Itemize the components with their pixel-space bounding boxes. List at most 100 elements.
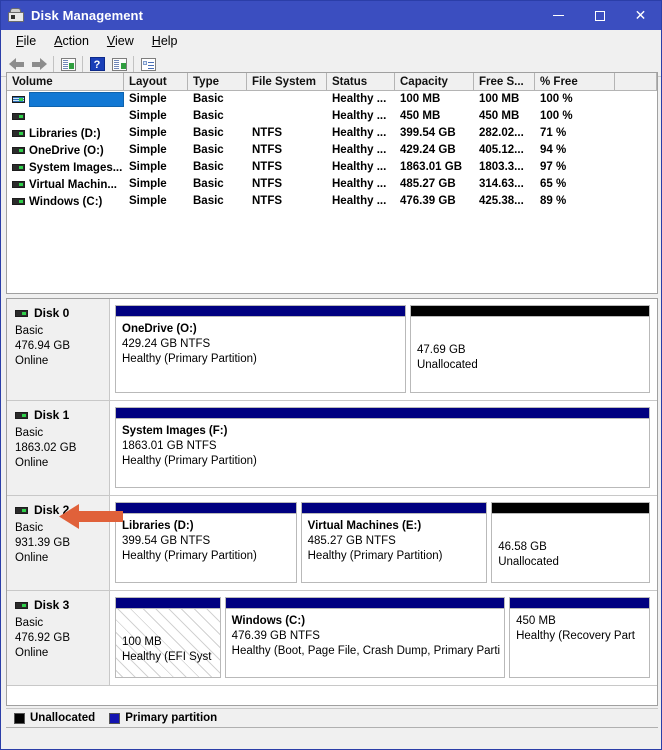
disk-row-disk-1[interactable]: Disk 1 Basic 1863.02 GB Online System Images… bbox=[7, 401, 657, 496]
partition-size: 429.24 GB NTFS bbox=[122, 338, 211, 350]
volume-name-cell: Libraries (D:) bbox=[7, 128, 124, 140]
cell-status: Healthy ... bbox=[332, 161, 387, 173]
column-header-layout[interactable]: Layout bbox=[124, 73, 188, 90]
partition-details: 47.69 GB Unallocated bbox=[409, 316, 650, 393]
disk-info-panel[interactable]: Disk 2 Basic 931.39 GB Online bbox=[7, 496, 110, 590]
disk-info-panel[interactable]: Disk 3 Basic 476.92 GB Online bbox=[7, 591, 110, 685]
disk-title: Disk 2 bbox=[15, 503, 109, 518]
column-header-volume[interactable]: Volume bbox=[7, 73, 124, 90]
partition-title: System Images (F:) bbox=[122, 425, 228, 437]
partition-status: Healthy (Recovery Part bbox=[516, 630, 635, 642]
cell-status: Healthy ... bbox=[332, 178, 387, 190]
partition-size: 399.54 GB NTFS bbox=[122, 535, 211, 547]
partition[interactable]: System Images (F:) 1863.01 GB NTFS Healthy… bbox=[115, 407, 650, 488]
disk-name: Disk 1 bbox=[34, 408, 70, 422]
table-row[interactable]: Simple Basic Healthy ... 450 MB 450 MB 100 % bbox=[7, 108, 657, 125]
menu-item-action[interactable]: Action bbox=[45, 32, 98, 50]
column-header-capacity[interactable]: Capacity bbox=[395, 73, 474, 90]
partition-size: 1863.01 GB NTFS bbox=[122, 440, 217, 452]
cell-layout: Simple bbox=[129, 127, 167, 139]
cell-percent-free: 65 % bbox=[540, 178, 567, 190]
menu-label-help-rest: elp bbox=[160, 34, 178, 48]
disk-icon bbox=[15, 602, 28, 609]
disk-row-disk-2[interactable]: Disk 2 Basic 931.39 GB Online Libraries (D:)… bbox=[7, 496, 657, 591]
cell-layout: Simple bbox=[129, 110, 167, 122]
volume-icon bbox=[12, 147, 25, 154]
disk-left-icon bbox=[60, 57, 76, 71]
column-header-status[interactable]: Status bbox=[327, 73, 395, 90]
cell-free-space: 450 MB bbox=[479, 110, 520, 122]
disk-name: Disk 2 bbox=[34, 503, 70, 517]
partition-status: Healthy (Primary Partition) bbox=[122, 455, 257, 467]
title-bar: Disk Management ✕ bbox=[1, 1, 661, 30]
volume-icon bbox=[12, 164, 25, 171]
column-header-blank[interactable] bbox=[615, 73, 657, 90]
partition-title: Libraries (D:) bbox=[122, 520, 194, 532]
partition-details: 100 MB Healthy (EFI Syst bbox=[115, 608, 221, 678]
window-title: Disk Management bbox=[31, 8, 144, 23]
toolbar-separator-2 bbox=[82, 56, 83, 72]
partition[interactable]: 450 MB Healthy (Recovery Part bbox=[509, 597, 650, 678]
partition[interactable]: 47.69 GB Unallocated bbox=[409, 305, 650, 393]
disk-title: Disk 0 bbox=[15, 306, 109, 321]
disk-icon bbox=[15, 310, 28, 317]
column-header-file-system[interactable]: File System bbox=[247, 73, 327, 90]
disk-icon bbox=[15, 412, 28, 419]
partition-status: Healthy (Primary Partition) bbox=[122, 550, 257, 562]
partition-status: Healthy (EFI Syst bbox=[122, 651, 212, 663]
volume-label: System Images... bbox=[29, 161, 123, 174]
volume-list-header: Volume Layout Type File System Status Capacit… bbox=[7, 73, 657, 91]
table-row[interactable]: System Images... Simple Basic NTFS Healthy .… bbox=[7, 159, 657, 176]
table-row[interactable]: Simple Basic Healthy ... 100 MB 100 MB 100 % bbox=[7, 91, 657, 108]
partition[interactable]: Virtual Machines (E:) 485.27 GB NTFS Healt… bbox=[300, 502, 488, 583]
partition[interactable]: OneDrive (O:) 429.24 GB NTFS Healthy (Prim… bbox=[115, 305, 406, 393]
volume-list[interactable]: Volume Layout Type File System Status Capacit… bbox=[6, 72, 658, 294]
cell-layout: Simple bbox=[129, 178, 167, 190]
cell-file-system: NTFS bbox=[252, 161, 283, 173]
partition-details: System Images (F:) 1863.01 GB NTFS Healthy… bbox=[115, 418, 650, 488]
partition-color-bar bbox=[115, 502, 297, 513]
menu-item-file[interactable]: File bbox=[7, 32, 45, 50]
table-row[interactable]: Windows (C:) Simple Basic NTFS Healthy ... 47… bbox=[7, 193, 657, 210]
cell-status: Healthy ... bbox=[332, 127, 387, 139]
cell-percent-free: 89 % bbox=[540, 195, 567, 207]
partition[interactable]: Windows (C:) 476.39 GB NTFS Healthy (Boot,… bbox=[224, 597, 506, 678]
volume-label: Libraries (D:) bbox=[29, 127, 101, 140]
table-row[interactable]: Libraries (D:) Simple Basic NTFS Healthy ...… bbox=[7, 125, 657, 142]
menu-item-help[interactable]: Help bbox=[143, 32, 187, 50]
cell-free-space: 282.02... bbox=[479, 127, 524, 139]
disk-info-panel[interactable]: Disk 1 Basic 1863.02 GB Online bbox=[7, 401, 110, 495]
partition-color-bar bbox=[509, 597, 650, 608]
close-icon: ✕ bbox=[634, 7, 647, 24]
arrow-left-icon bbox=[9, 57, 25, 71]
volume-label: OneDrive (O:) bbox=[29, 144, 104, 157]
table-row[interactable]: OneDrive (O:) Simple Basic NTFS Healthy ... 4… bbox=[7, 142, 657, 159]
cell-type: Basic bbox=[193, 93, 224, 105]
partition-color-bar bbox=[115, 305, 406, 316]
disk-row-disk-0[interactable]: Disk 0 Basic 476.94 GB Online OneDrive (O:) 4… bbox=[7, 299, 657, 401]
partition[interactable]: Libraries (D:) 399.54 GB NTFS Healthy (Pri… bbox=[115, 502, 297, 583]
column-header-free[interactable]: % Free bbox=[535, 73, 615, 90]
maximize-button[interactable] bbox=[579, 1, 620, 30]
cell-type: Basic bbox=[193, 161, 224, 173]
partition[interactable]: 46.58 GB Unallocated bbox=[491, 502, 650, 583]
partition-size: 485.27 GB NTFS bbox=[307, 535, 396, 547]
minimize-button[interactable] bbox=[538, 1, 579, 30]
close-button[interactable]: ✕ bbox=[620, 1, 661, 30]
partition-color-bar bbox=[491, 502, 650, 513]
column-header-type[interactable]: Type bbox=[188, 73, 247, 90]
table-row[interactable]: Virtual Machin... Simple Basic NTFS Healthy … bbox=[7, 176, 657, 193]
disk-management-window: Disk Management ✕ File Action View Help … bbox=[0, 0, 662, 750]
disk-row-disk-3[interactable]: Disk 3 Basic 476.92 GB Online 100 MB Healthy … bbox=[7, 591, 657, 686]
partition[interactable]: 100 MB Healthy (EFI Syst bbox=[115, 597, 221, 678]
column-header-free-s[interactable]: Free S... bbox=[474, 73, 535, 90]
menu-item-view[interactable]: View bbox=[98, 32, 143, 50]
disk-name: Disk 0 bbox=[34, 306, 70, 320]
disk-graphical-view[interactable]: Disk 0 Basic 476.94 GB Online OneDrive (O:) 4… bbox=[6, 298, 658, 706]
cell-capacity: 429.24 GB bbox=[400, 144, 456, 156]
legend-label: Primary partition bbox=[125, 712, 218, 724]
menu-label-view-rest: iew bbox=[115, 34, 134, 48]
disk-info-panel[interactable]: Disk 0 Basic 476.94 GB Online bbox=[7, 299, 110, 400]
partition-details: OneDrive (O:) 429.24 GB NTFS Healthy (Prim… bbox=[115, 316, 406, 393]
cell-free-space: 1803.3... bbox=[479, 161, 524, 173]
